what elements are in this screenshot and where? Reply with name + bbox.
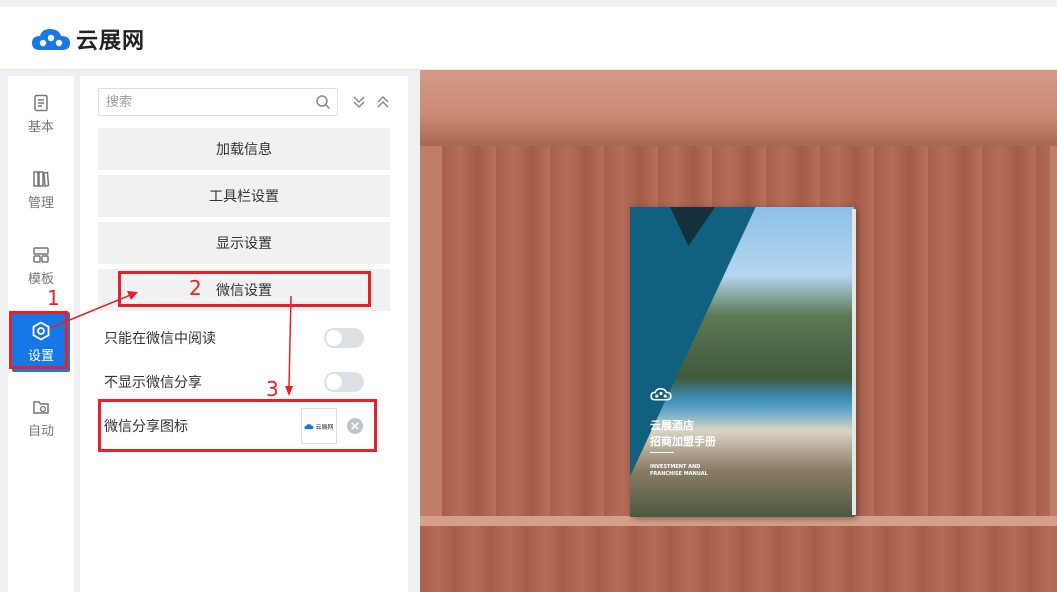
annotation-box-1 bbox=[9, 311, 68, 369]
settings-panel: 加载信息 工具栏设置 显示设置 微信设置 只能在微信中阅读 不显示微信分享 微信… bbox=[80, 76, 408, 592]
nav-item-label: 自动 bbox=[27, 423, 54, 439]
option-wechat-only-read: 只能在微信中阅读 bbox=[104, 323, 374, 353]
document-icon bbox=[34, 94, 48, 111]
toggle-knob bbox=[326, 374, 342, 390]
nav-item-label: 管理 bbox=[27, 195, 54, 211]
bookshelf-preview: 云展酒店 招商加盟手册 INVESTMENT AND FRANCHISE MAN… bbox=[420, 70, 1057, 592]
book-en-line2: FRANCHISE MANUAL bbox=[650, 471, 708, 477]
nav-item-auto[interactable]: 自动 bbox=[8, 388, 74, 448]
search-icon[interactable] bbox=[315, 94, 331, 110]
logo-text: 云展网 bbox=[76, 29, 146, 54]
cover-divider bbox=[650, 452, 674, 453]
section-display-settings[interactable]: 显示设置 bbox=[98, 222, 390, 264]
top-header: 云展网 bbox=[0, 0, 1057, 70]
books-icon bbox=[33, 170, 50, 187]
book-cover[interactable]: 云展酒店 招商加盟手册 INVESTMENT AND FRANCHISE MAN… bbox=[630, 207, 854, 517]
expand-all-icon[interactable] bbox=[375, 94, 391, 110]
search-box bbox=[98, 88, 338, 116]
nav-item-label: 基本 bbox=[27, 119, 54, 135]
nav-item-label: 模板 bbox=[27, 271, 54, 287]
cloud-logo-icon bbox=[650, 387, 672, 401]
toggle-knob bbox=[326, 330, 342, 346]
section-label: 加载信息 bbox=[216, 142, 272, 158]
section-loading-info[interactable]: 加载信息 bbox=[98, 128, 390, 170]
logo[interactable]: 云展网 bbox=[30, 23, 145, 55]
annotation-number-1: 1 bbox=[47, 286, 60, 310]
option-hide-wechat-share: 不显示微信分享 bbox=[104, 367, 374, 397]
book-en-line1: INVESTMENT AND bbox=[650, 464, 701, 470]
shelf-lower bbox=[420, 526, 1057, 592]
book-page-edge bbox=[852, 209, 856, 515]
collapse-all-icon[interactable] bbox=[351, 94, 367, 110]
nav-item-manage[interactable]: 管理 bbox=[8, 160, 74, 220]
section-label: 显示设置 bbox=[216, 236, 272, 252]
annotation-box-2 bbox=[118, 271, 371, 307]
book-title-line2: 招商加盟手册 bbox=[650, 435, 716, 448]
cloud-logo-icon bbox=[32, 29, 70, 50]
annotation-number-3: 3 bbox=[266, 377, 279, 401]
hide-wechat-share-toggle[interactable] bbox=[324, 372, 364, 392]
nav-item-template[interactable]: 模板 bbox=[8, 236, 74, 296]
annotation-number-2: 2 bbox=[189, 276, 202, 300]
folder-refresh-icon bbox=[33, 400, 49, 414]
annotation-box-3 bbox=[98, 399, 377, 452]
wechat-only-read-toggle[interactable] bbox=[324, 328, 364, 348]
section-label: 工具栏设置 bbox=[209, 189, 279, 205]
option-label: 不显示微信分享 bbox=[104, 375, 202, 391]
section-toolbar-settings[interactable]: 工具栏设置 bbox=[98, 175, 390, 217]
search-input[interactable] bbox=[99, 89, 299, 115]
option-label: 只能在微信中阅读 bbox=[104, 331, 216, 347]
book-title-line1: 云展酒店 bbox=[650, 419, 694, 432]
shelf-top bbox=[420, 70, 1057, 146]
shelf-board bbox=[420, 516, 1057, 526]
nav-item-basic[interactable]: 基本 bbox=[8, 84, 74, 144]
template-grid-icon bbox=[33, 246, 49, 263]
